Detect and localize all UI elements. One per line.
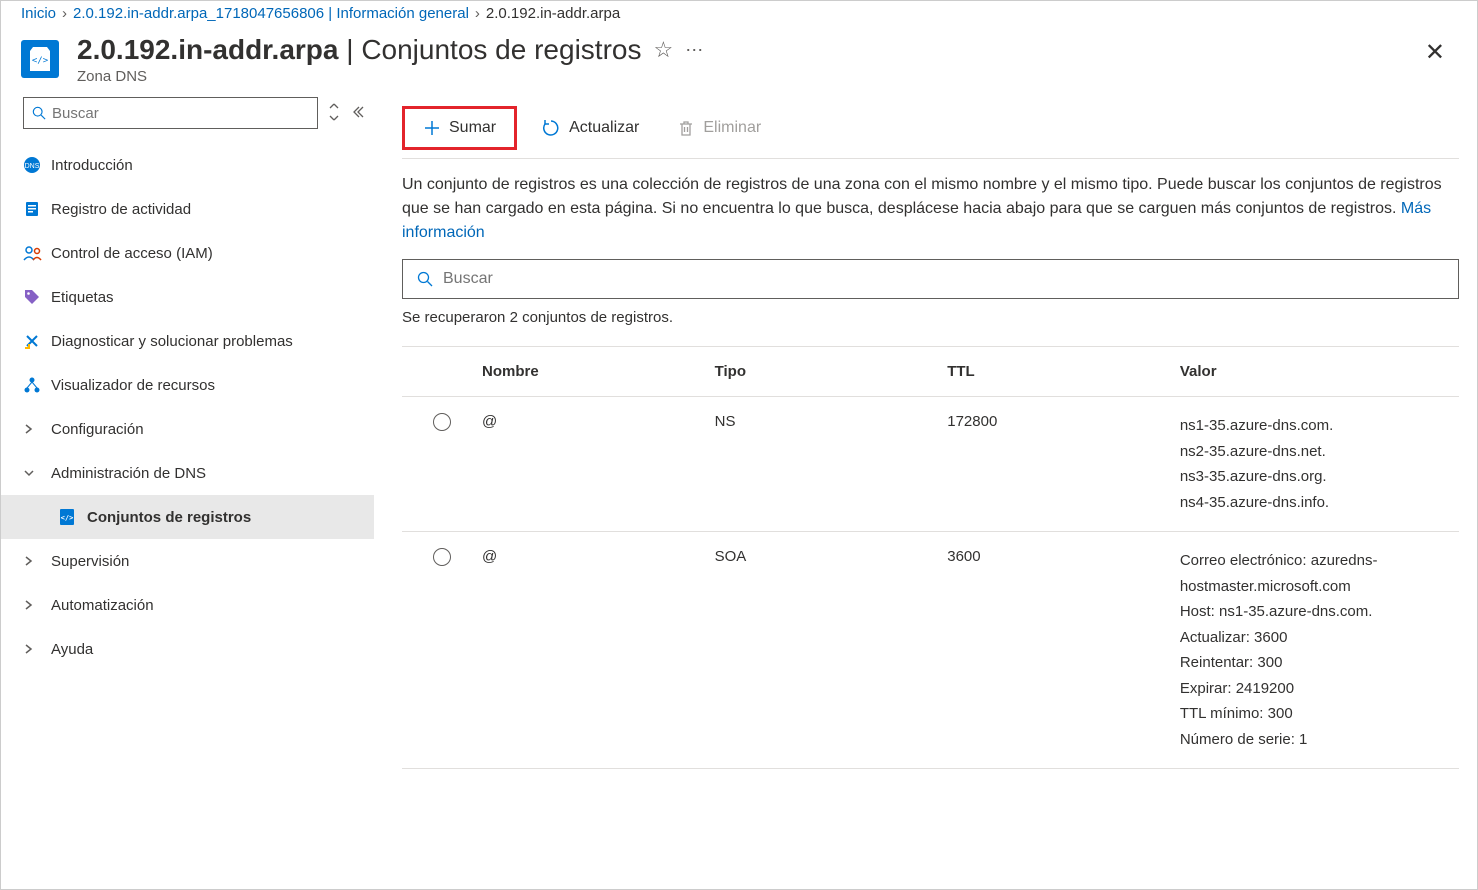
- chevron-right-icon: [23, 643, 51, 655]
- iam-icon: [23, 244, 51, 262]
- sidebar-item-1[interactable]: Registro de actividad: [1, 187, 374, 231]
- cell-value: Correo electrónico: azuredns-hostmaster.…: [1180, 548, 1459, 752]
- sidebar-item-4[interactable]: Diagnosticar y solucionar problemas: [1, 319, 374, 363]
- chevron-down-icon: [23, 467, 51, 479]
- breadcrumb: Inicio › 2.0.192.in-addr.arpa_1718047656…: [1, 1, 1477, 24]
- breadcrumb-home[interactable]: Inicio: [21, 5, 56, 22]
- sidebar-item-label: Ayuda: [51, 641, 362, 658]
- records-search[interactable]: [402, 259, 1459, 299]
- page-header: </> 2.0.192.in-addr.arpa | Conjuntos de …: [1, 24, 1477, 97]
- sidebar-item-5[interactable]: Visualizador de recursos: [1, 363, 374, 407]
- sidebar-item-label: Visualizador de recursos: [51, 377, 362, 394]
- sidebar-item-label: Introducción: [51, 157, 362, 174]
- collapse-icon[interactable]: [350, 105, 364, 122]
- col-ttl[interactable]: TTL: [947, 363, 1180, 380]
- sidebar-item-7[interactable]: Administración de DNS: [1, 451, 374, 495]
- toolbar: Sumar Actualizar Eliminar: [402, 97, 1459, 159]
- close-icon[interactable]: ✕: [1413, 34, 1457, 71]
- main-content: Sumar Actualizar Eliminar Un conjunto de…: [374, 97, 1477, 875]
- sidebar-item-label: Etiquetas: [51, 289, 362, 306]
- sidebar-item-8[interactable]: </> Conjuntos de registros: [1, 495, 374, 539]
- cell-type: NS: [715, 413, 948, 430]
- sidebar-search[interactable]: [23, 97, 318, 129]
- sidebar-item-label: Registro de actividad: [51, 201, 362, 218]
- tag-icon: [23, 288, 51, 306]
- sidebar-item-label: Supervisión: [51, 553, 362, 570]
- sidebar-item-label: Automatización: [51, 597, 362, 614]
- sidebar-item-6[interactable]: Configuración: [1, 407, 374, 451]
- refresh-icon: [541, 118, 561, 138]
- description-text: Un conjunto de registros es una colecció…: [402, 159, 1459, 259]
- sidebar-item-label: Configuración: [51, 421, 362, 438]
- sidebar-search-input[interactable]: [52, 105, 309, 122]
- sidebar-item-9[interactable]: Supervisión: [1, 539, 374, 583]
- resource-icon: [23, 376, 51, 394]
- cell-value: ns1-35.azure-dns.com.ns2-35.azure-dns.ne…: [1180, 413, 1459, 515]
- sidebar-item-label: Administración de DNS: [51, 465, 362, 482]
- dns-circle-icon: DNS: [23, 156, 51, 174]
- chevron-right-icon: [23, 599, 51, 611]
- cell-name: @: [482, 413, 715, 430]
- sidebar-item-2[interactable]: Control de acceso (IAM): [1, 231, 374, 275]
- records-table: Nombre Tipo TTL Valor @NS172800ns1-35.az…: [402, 346, 1459, 769]
- row-checkbox[interactable]: [433, 413, 451, 431]
- status-text: Se recuperaron 2 conjuntos de registros.: [402, 309, 1459, 326]
- search-icon: [417, 271, 433, 287]
- chevron-right-icon: ›: [62, 5, 67, 22]
- refresh-button[interactable]: Actualizar: [527, 112, 653, 144]
- star-icon[interactable]: ☆: [653, 37, 673, 63]
- cell-name: @: [482, 548, 715, 565]
- sidebar-item-11[interactable]: Ayuda: [1, 627, 374, 671]
- sidebar-item-10[interactable]: Automatización: [1, 583, 374, 627]
- table-row[interactable]: @NS172800ns1-35.azure-dns.com.ns2-35.azu…: [402, 397, 1459, 532]
- svg-text:</>: </>: [32, 56, 49, 66]
- row-checkbox[interactable]: [433, 548, 451, 566]
- cell-ttl: 3600: [947, 548, 1180, 565]
- breadcrumb-mid[interactable]: 2.0.192.in-addr.arpa_1718047656806 | Inf…: [73, 5, 469, 22]
- delete-button: Eliminar: [663, 113, 775, 143]
- cell-type: SOA: [715, 548, 948, 565]
- records-search-input[interactable]: [443, 270, 1444, 288]
- col-name[interactable]: Nombre: [482, 363, 715, 380]
- add-button[interactable]: Sumar: [402, 106, 517, 150]
- log-icon: [23, 200, 51, 218]
- svg-text:DNS: DNS: [25, 163, 40, 170]
- col-value[interactable]: Valor: [1180, 363, 1459, 380]
- breadcrumb-last[interactable]: 2.0.192.in-addr.arpa: [486, 5, 620, 22]
- table-header: Nombre Tipo TTL Valor: [402, 346, 1459, 397]
- sidebar-item-3[interactable]: Etiquetas: [1, 275, 374, 319]
- table-row[interactable]: @SOA3600Correo electrónico: azuredns-hos…: [402, 532, 1459, 769]
- page-title: 2.0.192.in-addr.arpa | Conjuntos de regi…: [77, 34, 1413, 66]
- sidebar: DNS Introducción Registro de actividad Cont…: [1, 97, 374, 875]
- svg-text:</>: </>: [61, 514, 74, 522]
- sidebar-item-label: Conjuntos de registros: [87, 509, 362, 526]
- search-icon: [32, 106, 46, 120]
- sidebar-item-0[interactable]: DNS Introducción: [1, 143, 374, 187]
- page-subtitle: Zona DNS: [77, 68, 1413, 85]
- col-type[interactable]: Tipo: [715, 363, 948, 380]
- chevron-right-icon: ›: [475, 5, 480, 22]
- plus-icon: [423, 119, 441, 137]
- dns-zone-icon: </>: [21, 40, 59, 78]
- more-icon[interactable]: ⋯: [685, 40, 705, 61]
- expand-icon[interactable]: [328, 103, 340, 124]
- trash-icon: [677, 119, 695, 137]
- chevron-right-icon: [23, 555, 51, 567]
- dns-doc-icon: </>: [59, 508, 87, 526]
- sidebar-item-label: Control de acceso (IAM): [51, 245, 362, 262]
- cell-ttl: 172800: [947, 413, 1180, 430]
- chevron-right-icon: [23, 423, 51, 435]
- diagnose-icon: [23, 332, 51, 350]
- sidebar-item-label: Diagnosticar y solucionar problemas: [51, 333, 362, 350]
